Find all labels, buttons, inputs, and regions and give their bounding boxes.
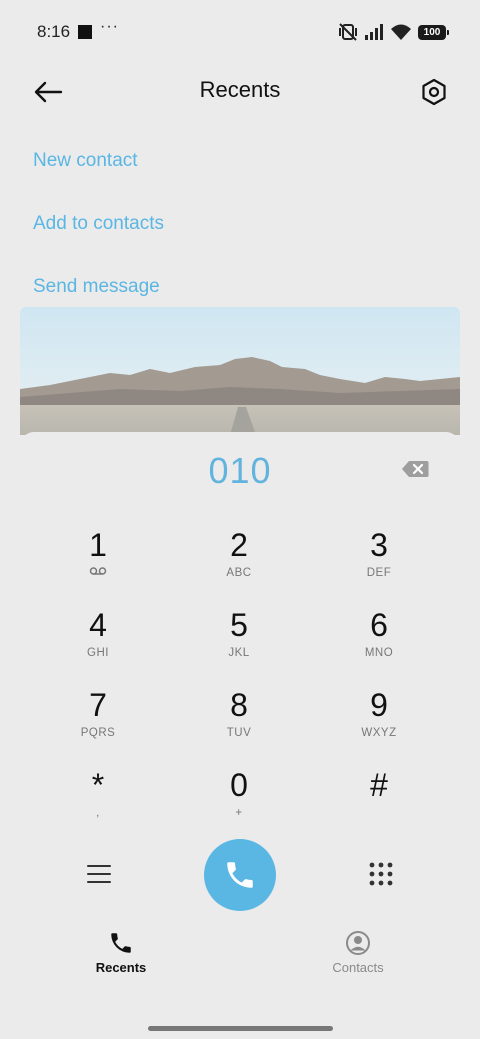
keypad-toggle-button[interactable] bbox=[362, 855, 400, 893]
key-digit: 2 bbox=[230, 527, 248, 563]
page-title: Recents bbox=[199, 77, 281, 102]
key-letters: + bbox=[235, 807, 243, 819]
key-letters: PQRS bbox=[80, 727, 116, 739]
mute-vibrate-icon bbox=[339, 23, 357, 41]
key-1[interactable]: 1 bbox=[38, 526, 158, 598]
key-4[interactable]: 4 GHI bbox=[38, 606, 158, 678]
key-8[interactable]: 8 TUV bbox=[179, 686, 299, 758]
notification-square-icon bbox=[78, 25, 92, 39]
key-letters: TUV bbox=[226, 727, 252, 739]
key-digit: 9 bbox=[370, 687, 388, 723]
new-contact-link[interactable]: New contact bbox=[33, 150, 138, 172]
key-digit: 1 bbox=[89, 527, 107, 563]
hexagon-settings-icon bbox=[422, 78, 446, 106]
key-digit: 0 bbox=[230, 767, 248, 803]
key-digit: 5 bbox=[230, 607, 248, 643]
key-letters: MNO bbox=[364, 647, 394, 659]
key-letters: GHI bbox=[87, 647, 109, 659]
key-digit: * bbox=[91, 767, 105, 803]
key-2[interactable]: 2 ABC bbox=[179, 526, 299, 598]
battery-icon: 100 bbox=[418, 24, 449, 40]
key-hash[interactable]: # bbox=[319, 766, 439, 838]
key-letters: , bbox=[96, 807, 100, 819]
key-letters: JKL bbox=[228, 647, 250, 659]
phone-icon bbox=[227, 862, 253, 888]
wifi-icon bbox=[391, 24, 411, 40]
person-circle-icon bbox=[346, 931, 370, 955]
voicemail-icon bbox=[89, 566, 107, 580]
key-6[interactable]: 6 MNO bbox=[319, 606, 439, 678]
home-indicator[interactable] bbox=[148, 1026, 333, 1031]
status-time: 8:16 bbox=[37, 22, 71, 41]
key-star[interactable]: * , bbox=[38, 766, 158, 838]
key-7[interactable]: 7 PQRS bbox=[38, 686, 158, 758]
status-icons: 100 bbox=[338, 22, 449, 42]
add-to-contacts-link[interactable]: Add to contacts bbox=[33, 213, 164, 235]
key-letters: WXYZ bbox=[361, 727, 397, 739]
call-button[interactable] bbox=[204, 839, 276, 911]
key-5[interactable]: 5 JKL bbox=[179, 606, 299, 678]
key-digit: 7 bbox=[89, 687, 107, 723]
tab-contacts[interactable]: Contacts bbox=[298, 930, 418, 986]
menu-button[interactable] bbox=[80, 855, 118, 893]
settings-button[interactable] bbox=[414, 72, 454, 112]
status-bar: 8:16 ··· 100 bbox=[0, 0, 480, 64]
key-digit: 6 bbox=[370, 607, 388, 643]
backspace-icon bbox=[402, 461, 429, 477]
more-notifications-icon: ··· bbox=[100, 18, 119, 35]
signal-icon bbox=[365, 24, 383, 40]
key-letters: ABC bbox=[226, 567, 252, 579]
send-message-link[interactable]: Send message bbox=[33, 276, 160, 298]
key-9[interactable]: 9 WXYZ bbox=[319, 686, 439, 758]
dialpad-icon bbox=[369, 862, 393, 886]
tab-label: Contacts bbox=[332, 960, 384, 975]
landscape-banner-image bbox=[20, 307, 460, 435]
key-digit: 3 bbox=[370, 527, 388, 563]
phone-icon bbox=[111, 933, 131, 953]
header: Recents bbox=[0, 64, 480, 120]
key-digit: 8 bbox=[230, 687, 248, 723]
hamburger-menu-icon bbox=[87, 865, 111, 883]
key-digit: 4 bbox=[89, 607, 107, 643]
delete-button[interactable] bbox=[398, 457, 432, 481]
key-digit: # bbox=[370, 767, 388, 803]
key-0[interactable]: 0 + bbox=[179, 766, 299, 838]
key-3[interactable]: 3 DEF bbox=[319, 526, 439, 598]
key-letters: DEF bbox=[366, 567, 392, 579]
tab-label: Recents bbox=[95, 960, 147, 975]
tab-recents[interactable]: Recents bbox=[61, 930, 181, 986]
